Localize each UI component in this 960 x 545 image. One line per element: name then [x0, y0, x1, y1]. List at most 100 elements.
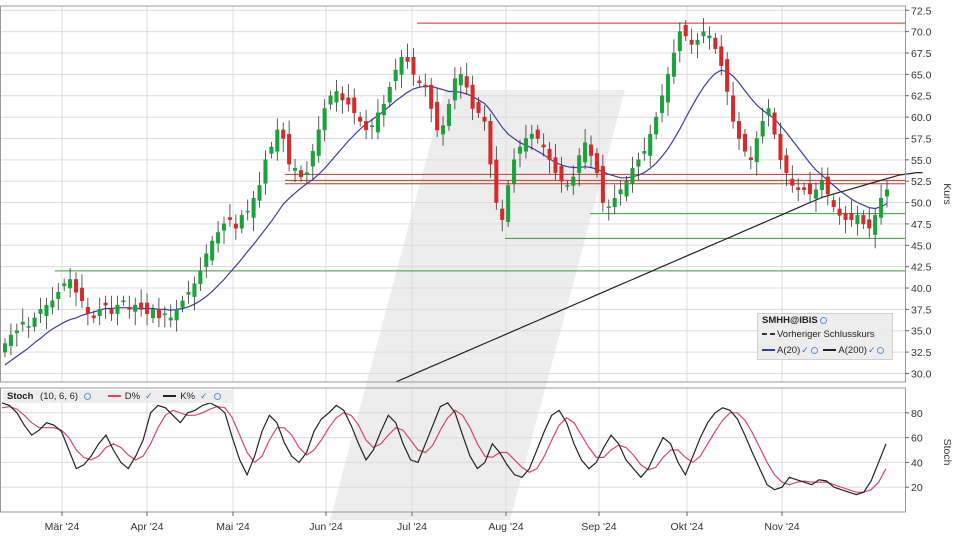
candle-body — [352, 97, 357, 114]
candle-body — [121, 300, 126, 303]
candle-body — [470, 84, 475, 109]
month-label: Jul '24 — [397, 521, 427, 533]
candle-body — [334, 91, 339, 103]
candle-body — [594, 153, 599, 173]
candle-body — [411, 57, 416, 75]
candle-body — [884, 189, 890, 197]
price-tick-label: 47.5 — [911, 219, 932, 231]
candle — [352, 88, 357, 125]
candle-body — [133, 304, 138, 312]
candle-body — [20, 321, 25, 325]
check-icon[interactable]: ✓ — [200, 391, 208, 401]
candle-body — [79, 287, 84, 302]
candle-body — [186, 292, 191, 295]
candle — [334, 79, 339, 112]
price-tick-label: 42.5 — [911, 262, 932, 274]
candle-body — [387, 86, 392, 103]
chart-stage: 72.5 70.0 67.5 65.0 62.5 60.0 57.5 55.0 52.5 50.0… — [0, 0, 960, 540]
candle — [115, 295, 120, 326]
candle-body — [837, 208, 842, 216]
candle-body — [506, 185, 511, 223]
candle — [216, 220, 221, 253]
check-icon[interactable]: ✓ — [868, 345, 876, 355]
price-tick-label: 45.0 — [911, 240, 932, 252]
candle — [316, 116, 321, 163]
candle-body — [198, 270, 203, 284]
month-label: Apr '24 — [131, 521, 164, 533]
candle — [429, 77, 434, 123]
candle-body — [695, 39, 700, 45]
candle — [346, 84, 351, 112]
candle-body — [683, 24, 688, 37]
candle-body — [583, 142, 588, 163]
price-tick-label: 50.0 — [911, 198, 932, 210]
candle — [369, 118, 375, 140]
candle-body — [565, 185, 570, 187]
candle — [731, 82, 736, 129]
candle-body — [429, 84, 434, 109]
candle-body — [174, 309, 179, 321]
candle-body — [417, 80, 422, 84]
gear-icon[interactable] — [810, 346, 818, 354]
candle-body — [867, 219, 872, 229]
candle-body — [736, 121, 742, 139]
candle — [754, 131, 759, 176]
candle-body — [145, 302, 150, 314]
candle-body — [482, 116, 487, 122]
candle — [695, 32, 700, 59]
candle-body — [32, 317, 37, 327]
stoch-params: (10, 6, 6) — [40, 391, 79, 402]
candle-body — [2, 343, 8, 353]
candle-body — [115, 304, 120, 314]
candle-body — [778, 133, 783, 161]
candle-body — [369, 125, 375, 127]
candle — [736, 111, 742, 150]
price-tick-label: 37.5 — [911, 304, 932, 316]
stoch-axis-title: Stoch — [941, 439, 953, 466]
candle — [837, 197, 842, 225]
candle — [867, 208, 872, 238]
candle-body — [600, 165, 605, 203]
candle-body — [831, 200, 836, 208]
candle — [630, 156, 635, 193]
candle — [648, 124, 653, 168]
gear-icon[interactable] — [819, 316, 827, 324]
candle — [819, 167, 824, 197]
candle-body — [74, 279, 79, 293]
candle-body — [358, 116, 363, 122]
candle-body — [381, 104, 386, 116]
candle-body — [541, 144, 546, 148]
candle-body — [660, 95, 665, 114]
candle-body — [671, 52, 676, 77]
gear-icon[interactable] — [877, 346, 885, 354]
candle — [133, 297, 138, 326]
chart-canvas: 72.5 70.0 67.5 65.0 62.5 60.0 57.5 55.0 52.5 50.0… — [0, 5, 953, 533]
candle-body — [796, 187, 801, 190]
stoch-tick-label: 60 — [911, 433, 923, 445]
price-tick-label: 52.5 — [911, 176, 932, 188]
candle — [156, 297, 161, 328]
candle-body — [139, 302, 144, 310]
candle-body — [298, 170, 303, 178]
legend-ma: A(20)✓ A(200)✓ — [762, 344, 885, 356]
candle-body — [239, 215, 244, 229]
candle — [198, 257, 203, 291]
candle — [121, 295, 126, 306]
candle — [725, 52, 730, 106]
gear-icon[interactable] — [84, 392, 92, 400]
candle-body — [654, 116, 659, 135]
stoch-name: Stoch — [7, 391, 34, 402]
candle-body — [103, 302, 108, 306]
stoch-tick-label: 80 — [911, 408, 923, 420]
gear-icon[interactable] — [213, 392, 221, 400]
check-icon[interactable]: ✓ — [145, 391, 153, 401]
candle-body — [535, 129, 540, 139]
candle — [701, 17, 706, 44]
candle-body — [346, 97, 351, 105]
candle — [340, 86, 345, 114]
legend-prev-close: Vorheriger Schlusskurs — [762, 329, 875, 341]
candle-body — [500, 208, 505, 220]
candle — [654, 111, 659, 140]
check-icon[interactable]: ✓ — [801, 345, 809, 355]
price-tick-label: 32.5 — [911, 347, 932, 359]
